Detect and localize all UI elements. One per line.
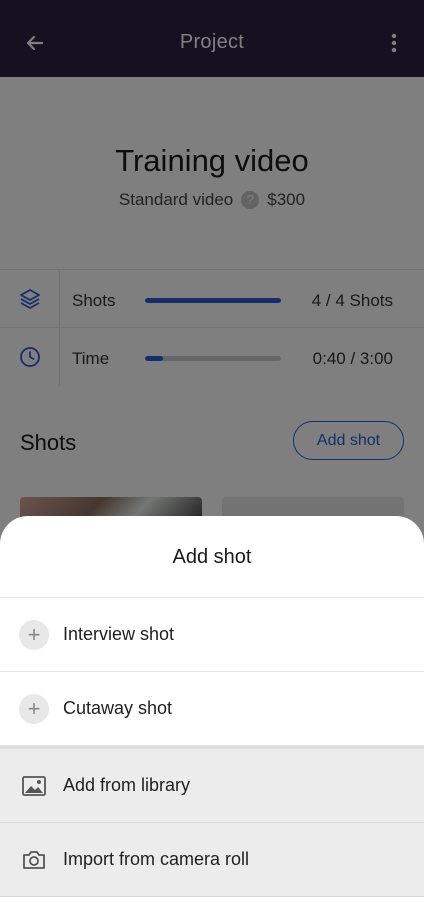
- cutaway-shot-option[interactable]: + Cutaway shot: [0, 672, 424, 746]
- plus-icon: +: [19, 619, 49, 650]
- add-from-library-option[interactable]: Add from library: [0, 749, 424, 823]
- import-camera-roll-option[interactable]: Import from camera roll: [0, 823, 424, 897]
- option-label: Cutaway shot: [63, 698, 173, 718]
- interview-shot-option[interactable]: + Interview shot: [0, 598, 424, 672]
- option-label: Import from camera roll: [63, 849, 250, 869]
- plus-icon: +: [19, 693, 49, 724]
- sheet-title: Add shot: [0, 516, 424, 598]
- camera-icon: [20, 846, 48, 874]
- option-label: Interview shot: [63, 624, 175, 644]
- image-icon: [20, 772, 48, 800]
- add-shot-sheet: Add shot + Interview shot + Cutaway shot…: [0, 516, 424, 903]
- option-label: Add from library: [63, 775, 191, 795]
